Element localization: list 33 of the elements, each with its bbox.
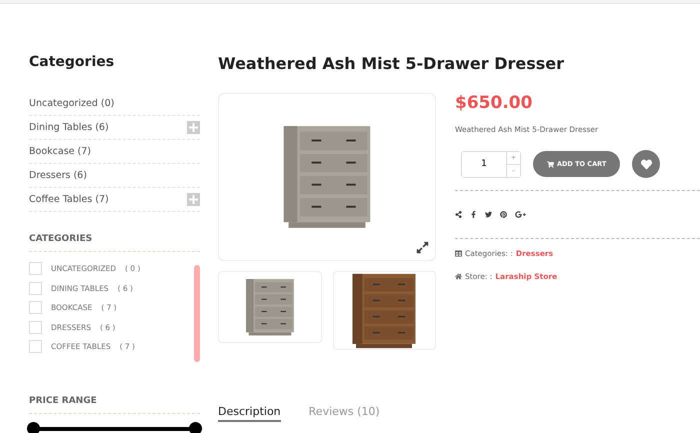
sidebar-title: Categories <box>29 54 116 70</box>
filter-title: CATEGORIES <box>29 234 200 252</box>
expand-icon[interactable] <box>416 241 429 254</box>
slider-handle[interactable] <box>27 422 40 433</box>
price: $650.00 <box>455 93 534 113</box>
wishlist-button[interactable] <box>632 150 660 178</box>
thumbnail[interactable] <box>218 271 322 343</box>
checkbox[interactable] <box>29 320 42 334</box>
heart-icon <box>640 158 652 170</box>
slider-handle[interactable] <box>189 422 202 433</box>
tab[interactable]: Description <box>218 405 281 422</box>
thumbnail[interactable] <box>332 271 436 350</box>
checkbox[interactable] <box>29 282 42 295</box>
cart-icon <box>547 160 554 168</box>
checkbox[interactable] <box>29 340 42 354</box>
table-icon <box>455 250 462 257</box>
price-range-title: PRICE RANGE <box>29 396 200 414</box>
category-link[interactable]: Uncategorized (0) <box>29 98 114 110</box>
category-link[interactable]: Dining Tables (6) <box>29 122 109 134</box>
twitter-icon[interactable] <box>485 211 492 218</box>
checkbox[interactable] <box>29 301 42 314</box>
plus-icon <box>189 123 198 132</box>
facebook-icon[interactable] <box>470 211 477 218</box>
home-icon <box>455 273 462 280</box>
checkbox[interactable] <box>29 262 42 276</box>
google-plus-icon[interactable] <box>515 209 526 220</box>
category-link[interactable]: Coffee Tables (7) <box>29 194 109 206</box>
pinterest-icon[interactable] <box>500 211 507 218</box>
plus-icon <box>189 195 198 204</box>
product-title: Weathered Ash Mist 5-Drawer Dresser <box>218 54 566 73</box>
share-icon[interactable] <box>455 211 462 218</box>
category-link[interactable]: Dressers (6) <box>29 170 87 182</box>
category-link[interactable]: Bookcase (7) <box>29 146 91 158</box>
